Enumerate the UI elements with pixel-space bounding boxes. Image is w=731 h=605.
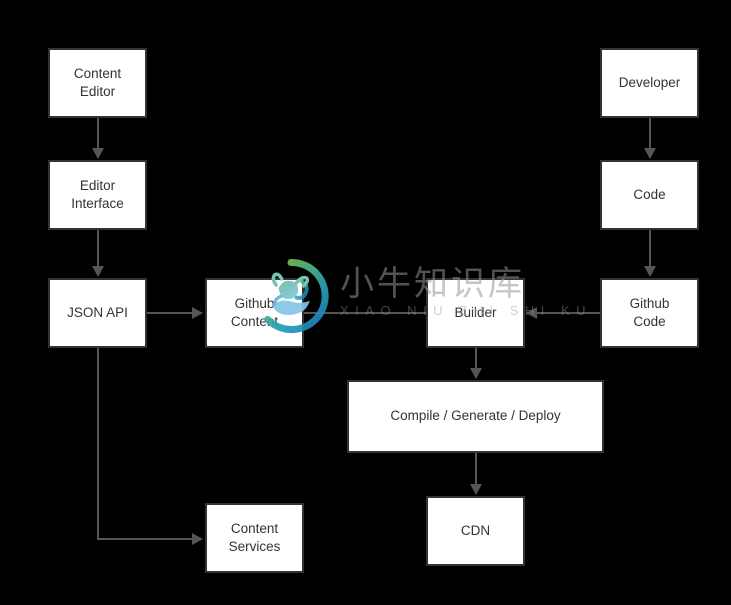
edge-editor-interface-to-json-api xyxy=(97,230,99,267)
edge-github-content-to-builder xyxy=(304,312,426,314)
edge-developer-to-code xyxy=(649,118,651,149)
arrowhead-down-json-api xyxy=(92,266,104,277)
node-github-code[interactable]: Github Code xyxy=(600,278,699,348)
node-content-editor[interactable]: Content Editor xyxy=(48,48,147,118)
node-code[interactable]: Code xyxy=(600,160,699,230)
edge-code-to-github-code xyxy=(649,230,651,267)
arrowhead-down-compile xyxy=(470,368,482,379)
arrowhead-down-code xyxy=(644,148,656,159)
node-developer[interactable]: Developer xyxy=(600,48,699,118)
edge-content-editor-to-editor-interface xyxy=(97,118,99,149)
node-cdn[interactable]: CDN xyxy=(426,496,525,566)
diagram-canvas: Content Editor Editor Interface JSON API… xyxy=(0,0,731,605)
arrowhead-down-cdn xyxy=(470,484,482,495)
arrowhead-down-editor-interface xyxy=(92,148,104,159)
edge-json-api-to-content-services-horizontal xyxy=(97,538,193,540)
node-editor-interface[interactable]: Editor Interface xyxy=(48,160,147,230)
edge-json-api-to-content-services-vertical xyxy=(97,348,99,539)
edge-compile-to-cdn xyxy=(475,453,477,485)
arrowhead-down-github-code xyxy=(644,266,656,277)
arrowhead-right-content-services xyxy=(192,533,203,545)
node-content-services[interactable]: Content Services xyxy=(205,503,304,573)
node-compile-generate-deploy[interactable]: Compile / Generate / Deploy xyxy=(347,380,604,453)
edge-builder-to-compile xyxy=(475,348,477,369)
arrowhead-left-builder xyxy=(526,307,537,319)
edge-github-code-to-builder xyxy=(537,312,600,314)
edge-json-api-to-github-content xyxy=(147,312,193,314)
node-builder[interactable]: Builder xyxy=(426,278,525,348)
arrowhead-right-github-content xyxy=(192,307,203,319)
node-json-api[interactable]: JSON API xyxy=(48,278,147,348)
node-github-content[interactable]: Github Content xyxy=(205,278,304,348)
